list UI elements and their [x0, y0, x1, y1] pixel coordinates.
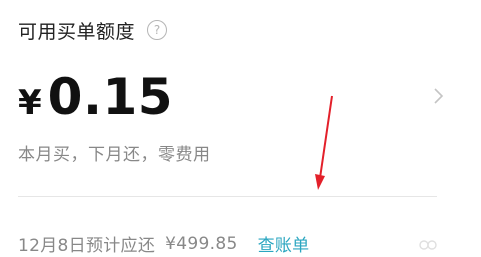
amount-row: ¥ 0.15 — [18, 68, 173, 130]
chevron-right-icon[interactable] — [431, 86, 447, 106]
due-amount: ¥499.85 — [165, 233, 238, 254]
available-amount: 0.15 — [47, 68, 174, 126]
due-date-text: 12月8日预计应还 — [18, 236, 156, 256]
question-circle-icon[interactable]: ? — [147, 20, 168, 40]
credit-title: 可用买单额度 — [18, 20, 136, 43]
annotation-arrow — [315, 95, 333, 190]
credit-card: 可用买单额度 ? ¥ 0.15 本月买，下月还，零费用 12月8日预计应还 ¥4… — [0, 0, 481, 257]
credit-subtitle: 本月买，下月还，零费用 — [18, 145, 211, 165]
title-row: 可用买单额度 ? — [18, 15, 168, 45]
view-bill-link[interactable]: 查账单 — [258, 231, 310, 256]
repayment-row: 12月8日预计应还 ¥499.85 查账单 — [18, 231, 310, 257]
currency-symbol: ¥ — [18, 83, 42, 123]
divider — [18, 196, 437, 197]
faded-logo-icon — [419, 240, 437, 250]
